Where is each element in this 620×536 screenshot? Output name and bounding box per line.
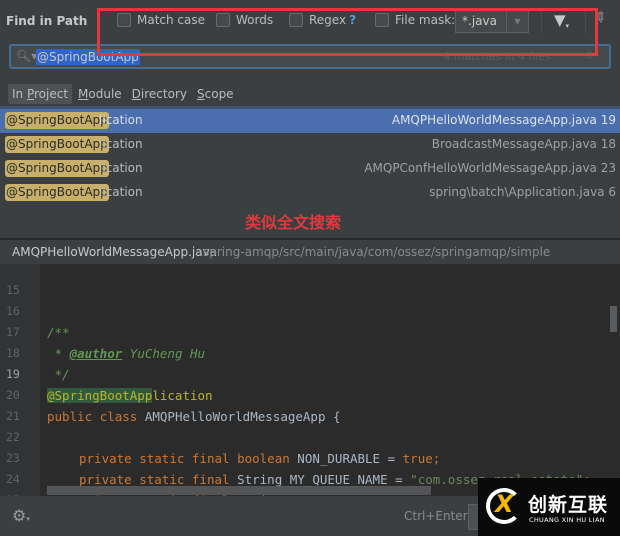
file-mask-label: File mask: (395, 13, 456, 27)
regex-checkbox[interactable] (289, 13, 303, 27)
results-list: @SpringBootApp lication AMQPHelloWorldMe… (0, 109, 620, 205)
code-line: 19 @SpringBootApplication (0, 343, 620, 403)
result-row[interactable]: @SpringBootApp lication AMQPConfHelloWor… (0, 157, 620, 181)
annotation-caption: 类似全文搜索 (245, 213, 342, 232)
result-file: AMQPHelloWorldMessageApp.java 19 (391, 113, 616, 127)
code-line: 17 * @author YuCheng Hu (0, 301, 620, 361)
regex-label: Regex (309, 13, 347, 27)
words-label: Words (236, 13, 274, 27)
words-option[interactable]: Words (216, 13, 273, 27)
tab-directory[interactable]: Directory (128, 84, 191, 104)
scope-tabs: In Project Module Directory Scope (8, 84, 238, 104)
result-match: @SpringBootApp (5, 160, 109, 177)
search-input[interactable]: 🔍︎▾ @SpringBootApp 4 matches in 4 files … (9, 44, 611, 69)
dialog-title: Find in Path (6, 14, 88, 28)
pin-icon[interactable]: ✎ (590, 8, 610, 28)
tab-scope[interactable]: Scope (193, 84, 238, 104)
result-text: lication (99, 185, 143, 199)
file-mask-value[interactable]: *.java (456, 11, 506, 32)
vertical-scrollbar[interactable] (610, 306, 617, 332)
preview-header: AMQPHelloWorldMessageApp.java spring-amq… (0, 238, 620, 264)
code-line: 18 */ (0, 322, 620, 382)
file-mask-combo[interactable]: *.java ▼ (455, 10, 529, 33)
watermark-text: 创新互联 (528, 494, 609, 516)
code-line: 16 /** (0, 280, 620, 340)
result-row[interactable]: @SpringBootApp lication BroadcastMessage… (0, 133, 620, 157)
result-row[interactable]: @SpringBootApp lication AMQPHelloWorldMe… (0, 109, 620, 133)
gear-icon[interactable]: ⚙▾ (12, 506, 30, 525)
code-line: 22 private static final boolean NON_DURA… (0, 406, 620, 466)
regex-option[interactable]: Regex ? (289, 13, 356, 27)
result-text: lication (99, 137, 143, 151)
code-line: 15 (0, 264, 620, 297)
regex-help-icon[interactable]: ? (349, 13, 356, 27)
result-match: @SpringBootApp (5, 136, 109, 153)
match-case-option[interactable]: Match case (117, 13, 205, 27)
file-mask-checkbox[interactable] (375, 13, 389, 27)
result-file: BroadcastMessageApp.java 18 (431, 137, 616, 151)
file-mask-option[interactable]: File mask: (375, 13, 455, 27)
tab-module[interactable]: Module (74, 84, 126, 104)
toolbar-separator (541, 8, 542, 34)
toolbar-separator (585, 8, 586, 34)
code-line: 24 private static final String MY_QUEUE_… (0, 448, 620, 496)
open-in-find-window-shortcut: Ctrl+Enter (404, 509, 468, 523)
code-line: 21 (0, 385, 620, 423)
search-icon[interactable]: 🔍︎▾ (16, 49, 37, 63)
preview-file-path: spring-amqp/src/main/java/com/ossez/spri… (203, 245, 551, 259)
chevron-down-icon[interactable]: ▼ (506, 11, 528, 32)
find-in-path-header: Find in Path Match case Words Regex ? Fi… (0, 0, 620, 42)
watermark-logo: X 创新互联 CHUANG XIN HU LIAN (478, 478, 620, 536)
result-match: @SpringBootApp (5, 184, 109, 201)
result-file: AMQPConfHelloWorldMessageApp.java 23 (364, 161, 616, 175)
search-query[interactable]: @SpringBootApp (36, 49, 140, 65)
match-case-checkbox[interactable] (117, 13, 131, 27)
code-preview[interactable]: 15 16 /** 17 * @author YuCheng Hu 18 */ … (0, 264, 620, 496)
horizontal-scrollbar[interactable] (47, 486, 431, 495)
code-line: 23 private static final String MY_QUEUE_… (0, 427, 620, 487)
logo-x-icon: X (495, 490, 514, 518)
result-row[interactable]: @SpringBootApp lication spring\batch\App… (0, 181, 620, 205)
result-text: lication (99, 113, 143, 127)
match-count: 4 matches in 4 files (443, 50, 551, 63)
history-icon[interactable]: ⟲ (584, 49, 593, 62)
result-text: lication (99, 161, 143, 175)
result-match: @SpringBootApp (5, 112, 109, 129)
result-file: spring\batch\Application.java 6 (429, 185, 616, 199)
match-case-label: Match case (137, 13, 206, 27)
words-checkbox[interactable] (216, 13, 230, 27)
tab-in-project[interactable]: In Project (8, 84, 73, 104)
preview-file-name: AMQPHelloWorldMessageApp.java (12, 245, 218, 259)
code-line: 20 public class AMQPHelloWorldMessageApp… (0, 364, 620, 424)
filter-icon[interactable]: ▼▾ (554, 11, 569, 30)
watermark-subtext: CHUANG XIN HU LIAN (529, 516, 605, 524)
